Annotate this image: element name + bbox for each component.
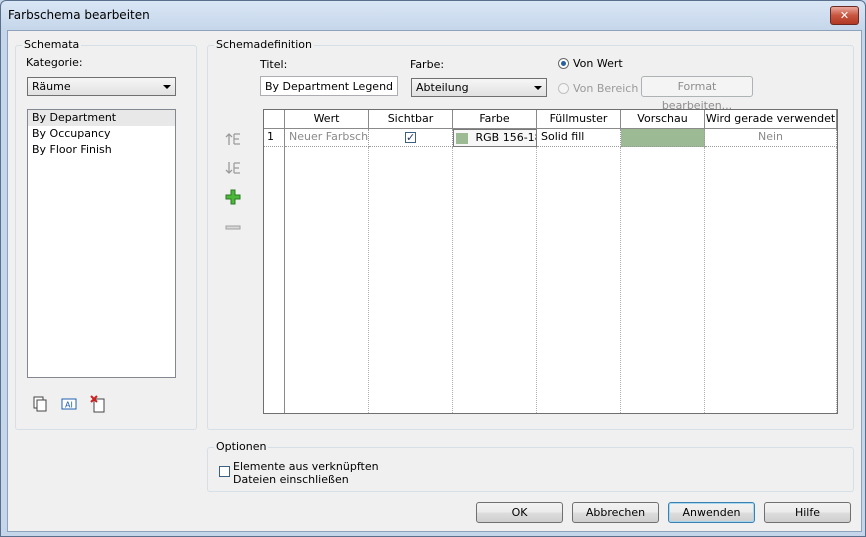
options-group-label: Optionen xyxy=(214,440,269,453)
include-linked-label: Elemente aus verknüpften Dateien einschl… xyxy=(233,460,379,486)
radio-by-value[interactable] xyxy=(558,58,569,69)
chevron-down-icon xyxy=(534,86,542,90)
window-title: Farbschema bearbeiten xyxy=(8,8,150,22)
radio-by-range[interactable] xyxy=(558,83,569,94)
schema-definition-group: Schemadefinition Titel: By Department Le… xyxy=(207,38,854,430)
color-value: Abteilung xyxy=(416,81,469,94)
include-linked-line2: Dateien einschließen xyxy=(233,473,349,486)
column-header-in-use[interactable]: Wird gerade verwendet xyxy=(705,110,837,129)
color-select[interactable]: Abteilung xyxy=(411,78,547,97)
column-header-preview[interactable]: Vorschau xyxy=(621,110,705,129)
color-label: Farbe: xyxy=(410,58,445,71)
include-linked-checkbox[interactable] xyxy=(219,466,230,477)
schema-item-by-department[interactable]: By Department xyxy=(28,110,175,126)
dialog-window: Farbschema bearbeiten ✕ Schemata Kategor… xyxy=(0,0,866,537)
color-cell[interactable]: RGB 156-18 xyxy=(453,129,537,147)
radio-by-value-label: Von Wert xyxy=(573,57,623,70)
title-bar[interactable]: Farbschema bearbeiten ✕ xyxy=(1,1,865,29)
title-label: Titel: xyxy=(260,58,288,71)
remove-value-icon[interactable] xyxy=(224,218,242,236)
color-scheme-table: Wert Sichtbar Farbe Füllmuster Vorschau … xyxy=(263,109,838,414)
column-header-color[interactable]: Farbe xyxy=(453,110,537,129)
color-swatch xyxy=(456,132,468,144)
grid-line xyxy=(536,147,537,413)
grid-line xyxy=(704,147,705,413)
category-select[interactable]: Räume xyxy=(27,77,176,96)
radio-by-range-label: Von Bereich xyxy=(573,82,639,95)
schema-definition-label: Schemadefinition xyxy=(214,38,315,51)
schema-item-by-floor-finish[interactable]: By Floor Finish xyxy=(28,142,175,158)
apply-button[interactable]: Anwenden xyxy=(668,502,755,523)
title-input[interactable]: By Department Legend xyxy=(260,76,398,96)
move-down-icon[interactable] xyxy=(224,159,242,177)
category-label: Kategorie: xyxy=(26,56,83,69)
schemata-group-label: Schemata xyxy=(22,38,82,51)
chevron-down-icon xyxy=(163,85,171,89)
visible-checkbox[interactable] xyxy=(405,130,416,146)
preview-cell xyxy=(621,129,705,147)
dialog-client: Schemata Kategorie: Räume By Department … xyxy=(7,30,862,532)
edit-format-button[interactable]: Format bearbeiten... xyxy=(641,76,753,112)
grid-line xyxy=(368,147,369,413)
svg-text:AI: AI xyxy=(65,401,73,410)
row-number-header xyxy=(264,110,285,129)
grid-line xyxy=(284,147,285,413)
column-header-value[interactable]: Wert xyxy=(285,110,369,129)
move-up-icon[interactable] xyxy=(224,130,242,148)
row-number: 1 xyxy=(264,129,285,147)
schema-item-by-occupancy[interactable]: By Occupancy xyxy=(28,126,175,142)
grid-line xyxy=(620,147,621,413)
value-cell[interactable]: Neuer Farbsch xyxy=(285,129,369,147)
rename-icon[interactable]: AI xyxy=(61,396,77,412)
options-group: Optionen Elemente aus verknüpften Dateie… xyxy=(207,440,854,492)
column-header-visible[interactable]: Sichtbar xyxy=(369,110,453,129)
schema-list[interactable]: By Department By Occupancy By Floor Fini… xyxy=(27,109,176,378)
help-button[interactable]: Hilfe xyxy=(764,502,851,523)
grid-line xyxy=(836,147,837,413)
cancel-button[interactable]: Abbrechen xyxy=(572,502,659,523)
include-linked-line1: Elemente aus verknüpften xyxy=(233,460,379,473)
delete-icon[interactable] xyxy=(90,395,106,413)
add-value-icon[interactable] xyxy=(224,188,242,206)
color-value-text: RGB 156-18 xyxy=(475,131,537,144)
schemata-group: Schemata Kategorie: Räume By Department … xyxy=(15,38,197,430)
duplicate-icon[interactable] xyxy=(32,396,48,412)
close-button[interactable]: ✕ xyxy=(830,6,859,25)
column-header-pattern[interactable]: Füllmuster xyxy=(537,110,621,129)
category-value: Räume xyxy=(32,80,71,93)
close-icon: ✕ xyxy=(839,9,850,22)
grid-line xyxy=(452,147,453,413)
ok-button[interactable]: OK xyxy=(476,502,563,523)
pattern-cell[interactable]: Solid fill xyxy=(537,129,621,147)
in-use-cell: Nein xyxy=(705,129,837,147)
visible-cell[interactable] xyxy=(369,129,453,147)
